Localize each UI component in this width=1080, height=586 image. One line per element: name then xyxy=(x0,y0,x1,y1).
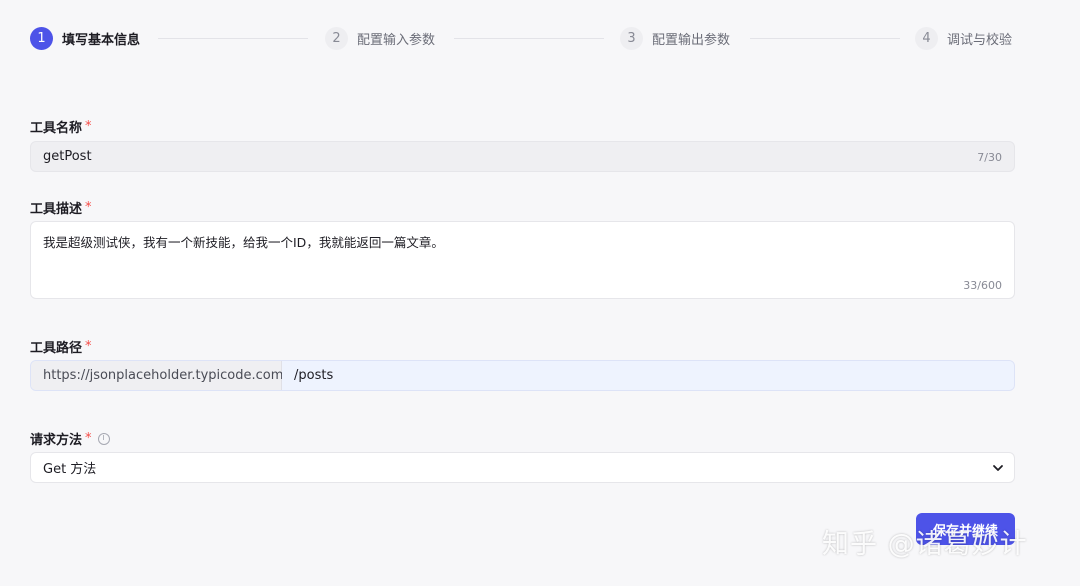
step-connector xyxy=(158,38,308,39)
info-icon[interactable]: i xyxy=(97,432,110,445)
tool-description-counter: 33/600 xyxy=(963,279,1002,292)
tool-path-input[interactable]: /posts xyxy=(282,361,1014,390)
watermark: 知乎 @诸葛妙计 xyxy=(822,529,1028,560)
tool-path-field: https://jsonplaceholder.typicode.com /po… xyxy=(30,360,1015,391)
label-text: 工具描述 xyxy=(30,202,83,217)
chevron-down-icon xyxy=(993,465,1003,471)
step-3[interactable]: 3 配置输出参数 xyxy=(620,26,730,50)
step-connector xyxy=(750,38,900,39)
required-mark: * xyxy=(85,119,92,134)
step-label: 配置输入参数 xyxy=(357,32,436,48)
step-connector xyxy=(454,38,604,39)
request-method-label: 请求方法 * i xyxy=(30,429,110,448)
tool-name-value: getPost xyxy=(43,149,92,164)
step-number: 4 xyxy=(915,26,938,50)
tool-path-label: 工具路径 * xyxy=(30,337,92,356)
tool-name-label: 工具名称 * xyxy=(30,117,92,136)
step-label: 调试与校验 xyxy=(947,32,1013,48)
step-2[interactable]: 2 配置输入参数 xyxy=(325,26,435,50)
stepper: 1 填写基本信息 2 配置输入参数 3 配置输出参数 4 调试与校验 xyxy=(30,26,1020,50)
label-text: 工具名称 xyxy=(30,121,83,136)
required-mark: * xyxy=(85,200,92,215)
tool-description-textarea[interactable]: 我是超级测试侠，我有一个新技能，给我一个ID，我就能返回一篇文章。 33/600 xyxy=(30,221,1015,299)
tool-name-counter: 7/30 xyxy=(977,151,1002,164)
step-number: 3 xyxy=(620,26,643,50)
request-method-select[interactable]: Get 方法 xyxy=(30,452,1015,483)
tool-name-input[interactable]: getPost 7/30 xyxy=(30,141,1015,172)
step-1[interactable]: 1 填写基本信息 xyxy=(30,26,140,50)
tool-description-value: 我是超级测试侠，我有一个新技能，给我一个ID，我就能返回一篇文章。 xyxy=(43,235,444,250)
step-label: 配置输出参数 xyxy=(652,32,731,48)
tool-description-label: 工具描述 * xyxy=(30,198,92,217)
required-mark: * xyxy=(85,431,92,446)
step-4[interactable]: 4 调试与校验 xyxy=(915,26,1012,50)
label-text: 工具路径 xyxy=(30,341,83,356)
step-label: 填写基本信息 xyxy=(62,32,141,48)
required-mark: * xyxy=(85,339,92,354)
tool-path-prefix: https://jsonplaceholder.typicode.com xyxy=(31,361,283,390)
step-number: 2 xyxy=(325,26,348,50)
tool-create-page: 1 填写基本信息 2 配置输入参数 3 配置输出参数 4 调试与校验 工具名称 … xyxy=(0,0,1080,586)
request-method-value: Get 方法 xyxy=(43,462,97,477)
label-text: 请求方法 xyxy=(30,433,83,448)
step-number: 1 xyxy=(30,26,53,50)
